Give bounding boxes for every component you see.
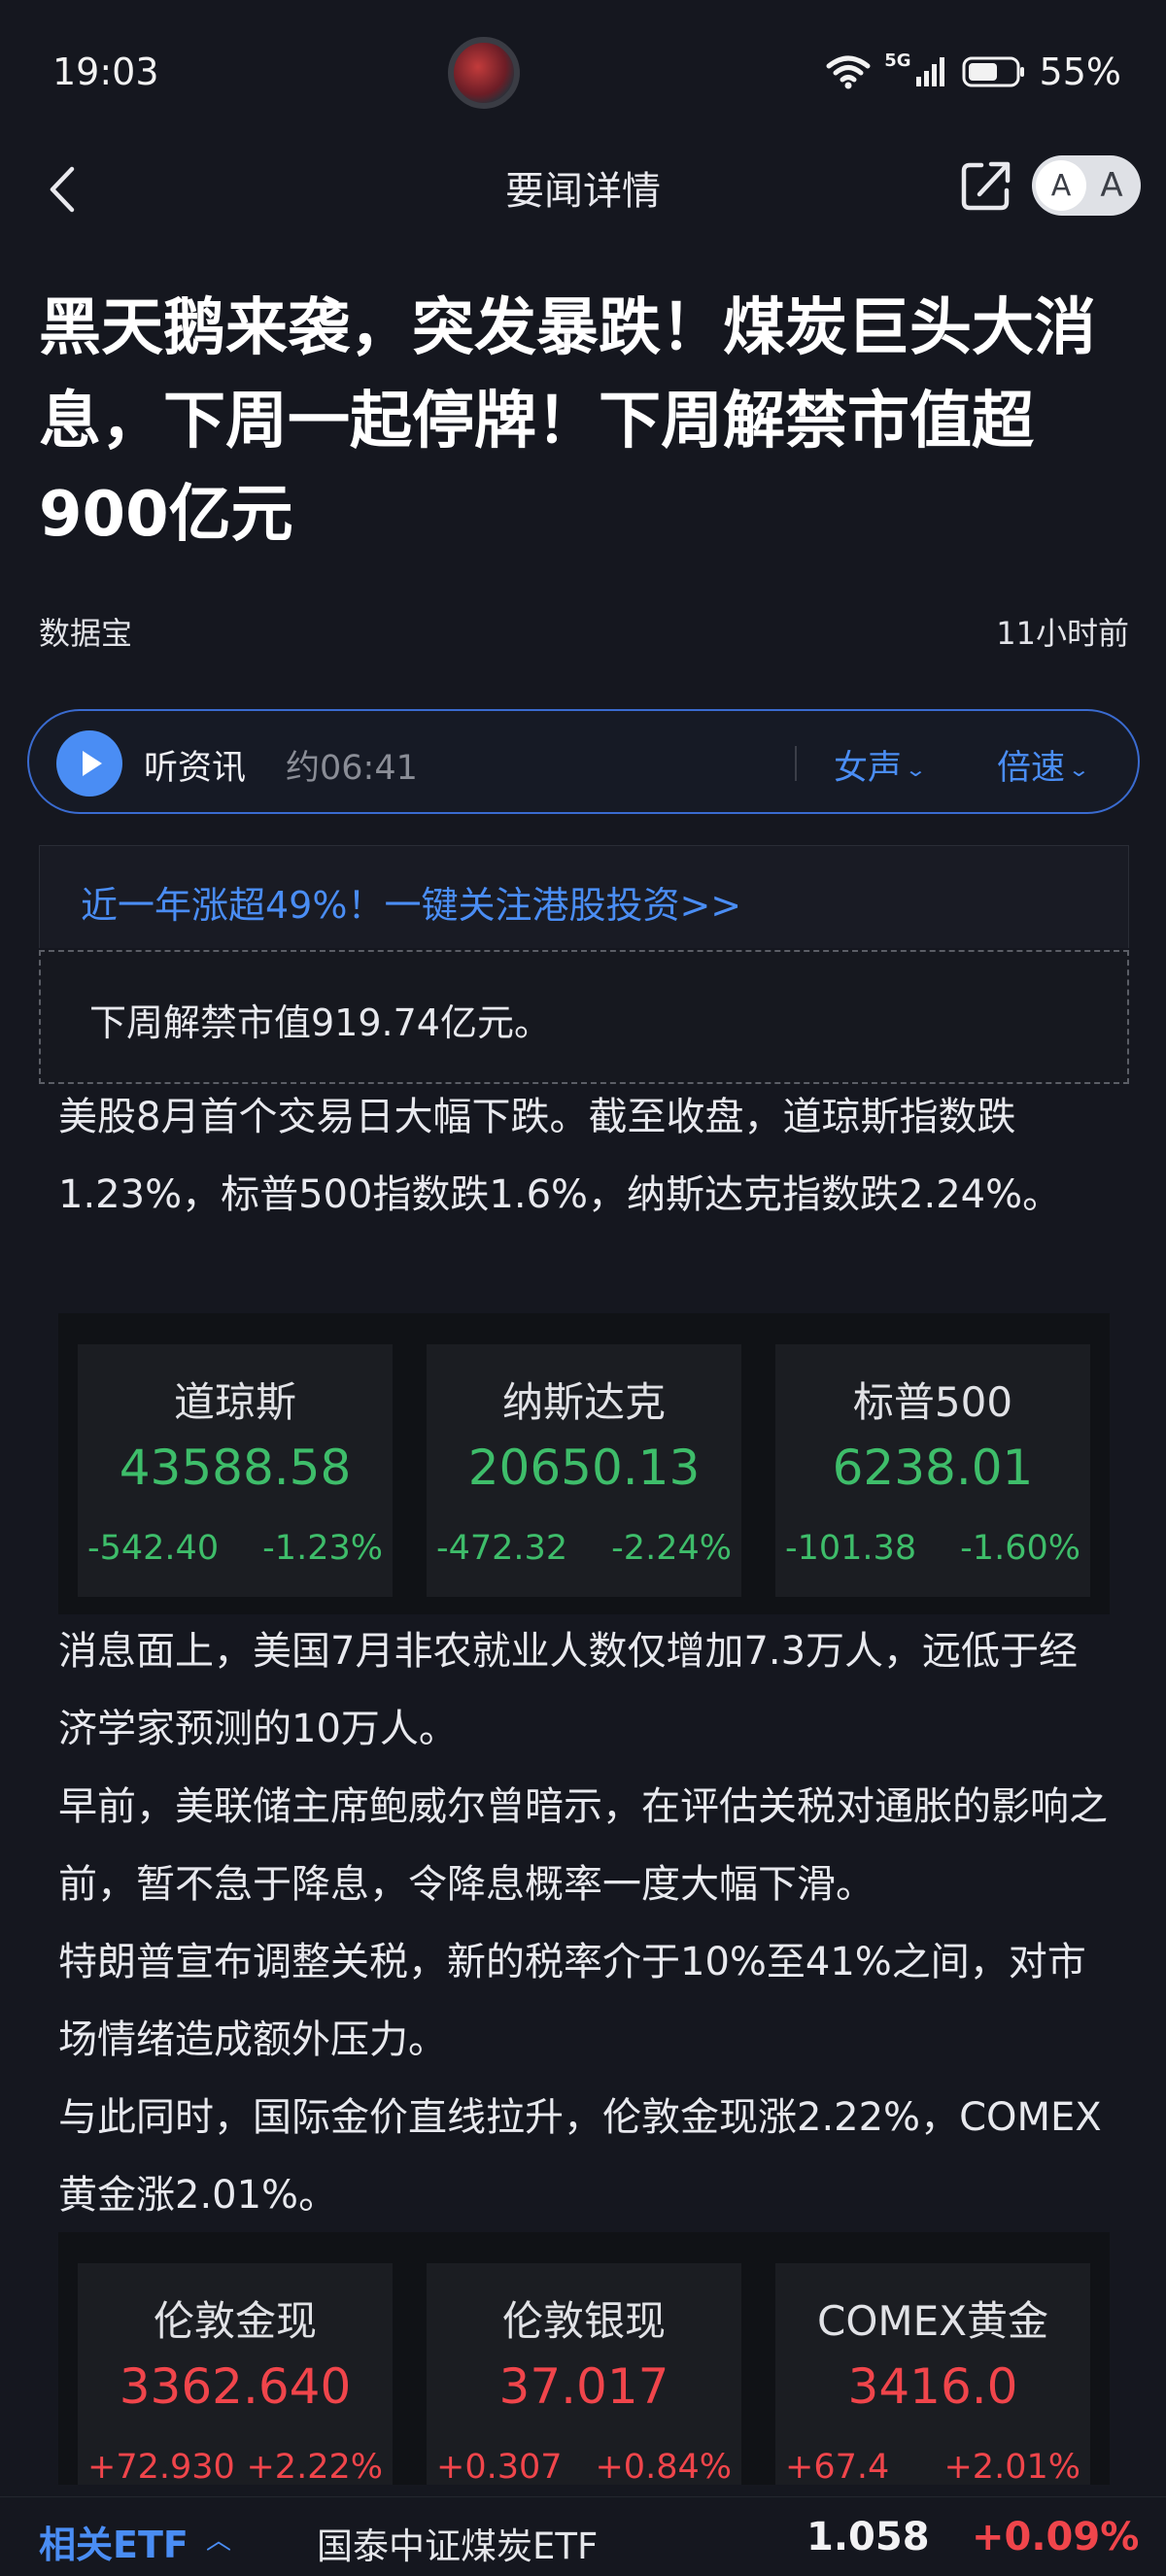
battery-icon [962,56,1024,87]
voice-selector[interactable]: 女声 ⌄ [834,740,928,790]
font-small-option[interactable]: A [1036,160,1086,211]
index-name: 伦敦金现 [153,2297,317,2345]
divider [795,746,797,781]
index-price: 43588.58 [119,1440,352,1496]
speed-selector-label: 倍速 [997,749,1066,788]
index-card-london-gold[interactable]: 伦敦金现 3362.640 +72.930 +2.22% [78,2263,393,2487]
chevron-down-icon: ⌄ [904,758,928,781]
paragraph: 消息面上，美国7月非农就业人数仅增加7.3万人，远低于经济学家预测的10万人。 [58,1629,1079,1751]
index-percent: +0.84% [595,2448,732,2487]
index-card-comex-gold[interactable]: COMEX黄金 3416.0 +67.4 +2.01% [775,2263,1090,2487]
chevron-up-icon[interactable]: ︿ [206,2521,231,2557]
index-name: COMEX黄金 [817,2297,1048,2345]
index-change: -472.32 [436,1529,568,1568]
promo-link[interactable]: 近一年涨超49%！一键关注港股投资>> [81,875,741,929]
index-change: -542.40 [87,1529,220,1568]
index-percent: -2.24% [611,1529,732,1568]
nav-bar: 要闻详情 A A [0,146,1166,233]
paragraph: 美股8月首个交易日大幅下跌。截至收盘，道琼斯指数跌1.23%，标普500指数跌1… [58,1095,1062,1217]
paragraph: 特朗普宣布调整关税，新的税率介于10%至41%之间，对市场情绪造成额外压力。 [58,1940,1086,2062]
index-name: 纳斯达克 [501,1378,666,1426]
related-etf-label[interactable]: 相关ETF [39,2515,189,2568]
metals-index-panel: 伦敦金现 3362.640 +72.930 +2.22% 伦敦银现 37.017… [58,2232,1110,2487]
speed-selector[interactable]: 倍速 ⌄ [997,740,1091,790]
summary-text: 下周解禁市值919.74亿元。 [89,1001,551,1044]
index-name: 伦敦银现 [501,2297,666,2345]
index-price: 6238.01 [832,1440,1034,1496]
article-source[interactable]: 数据宝 [39,609,132,654]
us-index-panel: 道琼斯 43588.58 -542.40 -1.23% 纳斯达克 20650.1… [58,1313,1110,1614]
index-percent: +2.22% [246,2448,383,2487]
index-card-sp500[interactable]: 标普500 6238.01 -101.38 -1.60% [775,1344,1090,1597]
index-change: -101.38 [785,1529,917,1568]
audio-player: 听资讯 约06:41 女声 ⌄ 倍速 ⌄ [27,709,1140,814]
notification-avatar-icon [448,37,520,109]
share-icon[interactable] [958,157,1014,214]
status-time: 19:03 [52,51,159,93]
index-name: 标普500 [852,1378,1013,1426]
index-price: 3362.640 [119,2358,352,2415]
play-icon[interactable] [56,730,122,797]
etf-price: 1.058 [806,2515,930,2559]
network-type: 5G [884,51,911,71]
status-bar: 19:03 5G 55% [0,0,1166,146]
index-card-nasdaq[interactable]: 纳斯达克 20650.13 -472.32 -2.24% [427,1344,741,1597]
audio-label: 听资讯 [144,749,247,788]
index-price: 3416.0 [847,2358,1018,2415]
related-etf-bar[interactable]: 相关ETF ︿ 国泰中证煤炭ETF 1.058 +0.09% [0,2496,1166,2576]
index-change: +67.4 [785,2448,890,2487]
article-meta: 数据宝 11小时前 [39,609,1129,652]
wifi-icon [826,55,871,89]
index-name: 道琼斯 [173,1378,296,1426]
index-percent: -1.23% [262,1529,383,1568]
index-price: 37.017 [498,2358,669,2415]
index-change: +0.307 [436,2448,563,2487]
etf-name[interactable]: 国泰中证煤炭ETF [317,2517,598,2569]
article-time: 11小时前 [996,615,1129,652]
index-percent: +2.01% [943,2448,1080,2487]
article-summary: 下周解禁市值919.74亿元。 [39,950,1129,1084]
index-card-dow[interactable]: 道琼斯 43588.58 -542.40 -1.23% [78,1344,393,1597]
paragraph: 早前，美联储主席鲍威尔曾暗示，在评估关税对通胀的影响之前，暂不急于降息，令降息概… [58,1784,1108,1907]
index-change: +72.930 [87,2448,235,2487]
promo-banner[interactable]: 近一年涨超49%！一键关注港股投资>> [39,845,1129,948]
voice-selector-label: 女声 [834,749,903,788]
status-indicators: 5G 55% [826,51,1121,93]
signal-icon [915,57,944,86]
font-large-option[interactable]: A [1086,160,1137,211]
index-price: 20650.13 [467,1440,701,1496]
index-percent: -1.60% [960,1529,1080,1568]
chevron-down-icon: ⌄ [1067,758,1091,781]
font-size-toggle[interactable]: A A [1032,155,1141,216]
battery-percent: 55% [1039,51,1121,93]
audio-duration: 约06:41 [286,749,418,788]
article-headline: 黑天鹅来袭，突发暴跌！煤炭巨头大消息，下周一起停牌！下周解禁市值超900亿元 [39,292,1096,551]
paragraph: 与此同时，国际金价直线拉升，伦敦金现涨2.22%，COMEX黄金涨2.01%。 [58,2095,1102,2218]
etf-percent: +0.09% [972,2515,1140,2559]
index-card-london-silver[interactable]: 伦敦银现 37.017 +0.307 +0.84% [427,2263,741,2487]
